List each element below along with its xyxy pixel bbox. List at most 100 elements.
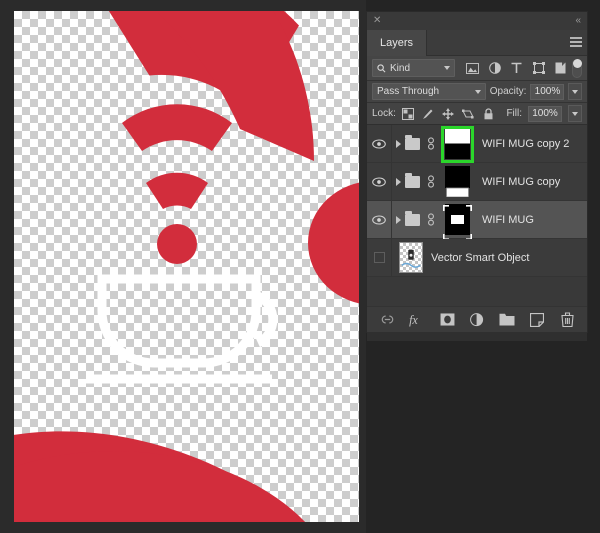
smart-object-thumbnail-art	[401, 249, 421, 268]
expand-group-arrow[interactable]	[392, 139, 405, 148]
layer-name: WIFI MUG copy 2	[482, 137, 570, 150]
layer-mask-thumbnail	[444, 166, 470, 197]
blend-mode-value: Pass Through	[377, 86, 440, 97]
art-dot-right	[308, 182, 359, 304]
eye-icon	[372, 176, 386, 187]
chevron-right-icon	[396, 139, 401, 148]
layer-row-vector-smart-object[interactable]: Vector Smart Object	[367, 239, 587, 277]
collapse-panel-icon[interactable]: «	[575, 16, 581, 26]
opacity-value: 100%	[534, 86, 561, 97]
tab-layers[interactable]: Layers	[367, 30, 428, 56]
art-arc-bottom-fill	[14, 451, 306, 522]
layer-filter-row: Kind	[367, 56, 587, 81]
fill-stepper[interactable]	[568, 105, 582, 122]
add-layer-mask-icon[interactable]	[439, 312, 455, 328]
visibility-toggle[interactable]	[367, 125, 392, 162]
shape-layer-filter-icon[interactable]	[532, 61, 546, 75]
panel-tab-strip: Layers	[367, 30, 587, 56]
smart-object-filter-icon[interactable]	[554, 61, 568, 75]
group-folder-icon	[405, 172, 420, 188]
search-icon	[377, 63, 386, 72]
eye-icon	[372, 138, 386, 149]
filter-enable-toggle[interactable]	[571, 58, 582, 78]
layers-panel-toolbar: fx	[367, 306, 587, 332]
document-canvas[interactable]	[14, 11, 359, 522]
link-mask-icon[interactable]	[426, 213, 437, 226]
layer-row-wifi-mug-copy-2[interactable]: WIFI MUG copy 2	[367, 125, 587, 163]
canvas-area	[0, 0, 366, 533]
group-folder-icon	[405, 210, 420, 226]
lock-all-icon[interactable]	[482, 107, 495, 120]
eye-icon	[372, 214, 386, 225]
new-adjustment-layer-icon[interactable]	[469, 312, 485, 328]
artwork	[14, 11, 359, 522]
lock-icon-group	[402, 107, 495, 120]
svg-text:fx: fx	[409, 313, 418, 327]
blend-mode-select[interactable]: Pass Through	[372, 83, 486, 100]
lock-image-pixels-icon[interactable]	[422, 107, 435, 120]
new-group-icon[interactable]	[499, 312, 515, 328]
filter-kind-label: Kind	[390, 62, 411, 74]
adjustment-layer-filter-icon[interactable]	[488, 61, 502, 75]
mask-selection-frame	[443, 205, 472, 240]
fill-value: 100%	[532, 108, 558, 119]
expand-group-arrow[interactable]	[392, 215, 405, 224]
pixel-layer-filter-icon[interactable]	[466, 61, 480, 75]
layer-style-fx-icon[interactable]: fx	[409, 312, 425, 328]
tab-strip-filler	[427, 30, 565, 56]
visibility-toggle[interactable]	[367, 239, 392, 276]
opacity-stepper[interactable]	[568, 83, 582, 100]
layer-row-wifi-mug[interactable]: WIFI MUG	[367, 201, 587, 240]
group-folder-icon	[405, 134, 420, 150]
lock-label: Lock:	[372, 108, 396, 119]
smart-object-thumbnail[interactable]	[399, 242, 423, 273]
filter-icon-group	[466, 61, 568, 75]
lock-artboard-nesting-icon[interactable]	[462, 107, 475, 120]
opacity-input[interactable]: 100%	[530, 83, 565, 100]
chevron-right-icon	[396, 177, 401, 186]
delete-layer-icon[interactable]	[559, 312, 575, 328]
layer-name: WIFI MUG	[482, 213, 534, 226]
layer-mask-thumbnail-wrap[interactable]	[440, 126, 474, 163]
wifi-dot	[157, 224, 197, 264]
type-layer-filter-icon[interactable]	[510, 61, 524, 75]
chevron-right-icon	[396, 215, 401, 224]
layer-list: WIFI MUG copy 2 WIFI MUG copy WIFI MUG V…	[367, 125, 587, 277]
layer-row-wifi-mug-copy[interactable]: WIFI MUG copy	[367, 163, 587, 201]
fill-input[interactable]: 100%	[528, 105, 562, 122]
blend-mode-row: Pass Through Opacity: 100%	[367, 81, 587, 103]
new-layer-icon[interactable]	[529, 312, 545, 328]
visibility-toggle[interactable]	[367, 163, 392, 200]
opacity-label: Opacity:	[489, 86, 527, 97]
link-layers-icon[interactable]	[379, 312, 395, 328]
panel-menu-icon	[570, 36, 582, 49]
layer-mask-thumbnail-wrap[interactable]	[440, 166, 474, 197]
photoshop-window: ✕ « Layers Kind Pass Through Opacity: 10…	[0, 0, 600, 533]
chevron-down-icon	[443, 66, 450, 70]
wifi-arc-outer	[122, 104, 232, 151]
mask-selection-highlight	[441, 126, 474, 163]
chevron-down-icon	[572, 89, 579, 94]
panel-titlebar: ✕ «	[367, 12, 587, 30]
eye-off-icon	[373, 252, 385, 263]
mug-icon-art	[86, 274, 278, 384]
wifi-arc-inner	[146, 172, 208, 209]
lock-transparent-pixels-icon[interactable]	[402, 107, 415, 120]
layer-name: Vector Smart Object	[431, 251, 530, 264]
visibility-toggle[interactable]	[367, 201, 392, 238]
chevron-down-icon	[572, 111, 578, 116]
close-icon[interactable]: ✕	[373, 16, 381, 26]
expand-group-arrow[interactable]	[392, 177, 405, 186]
layer-name: WIFI MUG copy	[482, 175, 561, 188]
wifi-icon-art	[122, 104, 232, 264]
filter-kind-select[interactable]: Kind	[372, 59, 455, 77]
chevron-down-icon	[474, 89, 481, 94]
link-mask-icon[interactable]	[426, 175, 437, 188]
layers-panel: ✕ « Layers Kind Pass Through Opacity: 10…	[366, 11, 588, 341]
panel-resize-grip[interactable]	[367, 332, 587, 341]
layer-mask-thumbnail-wrap[interactable]	[440, 204, 474, 240]
lock-row: Lock: Fill: 100%	[367, 103, 587, 125]
panel-menu-button[interactable]	[565, 30, 587, 56]
link-mask-icon[interactable]	[426, 137, 437, 150]
lock-position-icon[interactable]	[442, 107, 455, 120]
